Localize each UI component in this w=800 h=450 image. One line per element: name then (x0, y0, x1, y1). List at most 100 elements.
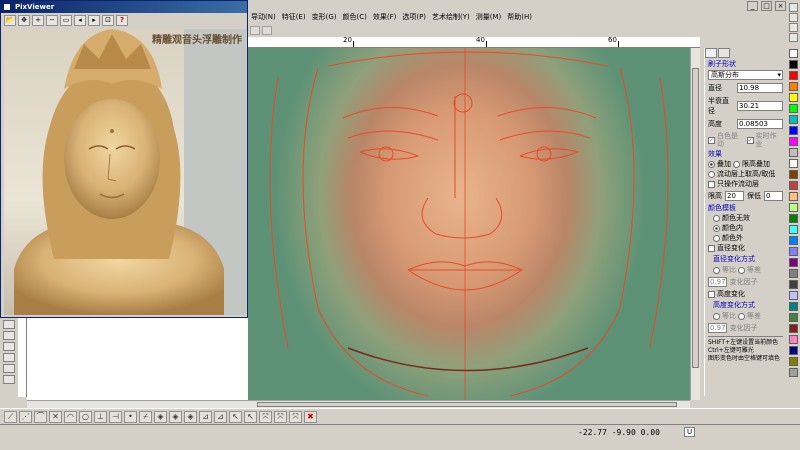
height-input[interactable]: 0.08503 (737, 119, 783, 129)
radio[interactable] (713, 224, 720, 232)
factor-input[interactable]: 0.97 (708, 277, 727, 287)
radio[interactable] (713, 234, 720, 242)
diameter-vary-option[interactable]: 直径变化 (708, 244, 783, 252)
link3-icon[interactable]: ⤧ (289, 410, 302, 423)
radio[interactable] (708, 160, 715, 168)
circle-icon[interactable]: ○ (79, 410, 92, 423)
menu-item[interactable]: 测量(M) (473, 11, 505, 23)
close-icon[interactable]: × (775, 1, 786, 11)
horizontal-scrollbar[interactable] (27, 400, 690, 408)
stamp-icon[interactable]: ⊿ (199, 410, 212, 423)
edit-icon[interactable] (789, 13, 798, 22)
extend-icon[interactable]: ⊣ (109, 410, 122, 423)
radio[interactable] (713, 312, 720, 320)
open-icon[interactable]: 📂 (4, 14, 16, 26)
stamp2-icon[interactable]: ⊿ (214, 410, 227, 423)
line-icon[interactable]: ⟋ (4, 410, 17, 423)
color-swatch[interactable] (789, 159, 798, 168)
radio[interactable] (713, 214, 720, 222)
toolbar-icon[interactable] (250, 25, 260, 35)
scroll-thumb[interactable] (692, 68, 699, 368)
keep-input[interactable]: 0 (764, 191, 783, 201)
scroll-thumb[interactable] (257, 402, 677, 407)
radio[interactable] (733, 160, 740, 168)
trim-icon[interactable]: ⊥ (94, 410, 107, 423)
zoom-in-icon[interactable]: + (32, 14, 44, 26)
relief-icon[interactable]: ◈ (154, 410, 167, 423)
color-swatch[interactable] (789, 93, 798, 102)
menu-item[interactable]: 选项(P) (399, 11, 429, 23)
color-swatch[interactable] (789, 71, 798, 80)
checkbox[interactable] (708, 180, 715, 188)
color-swatch[interactable] (789, 368, 798, 377)
move-icon[interactable]: ✥ (18, 14, 30, 26)
next-icon[interactable]: ▸ (88, 14, 100, 26)
height-vary-option[interactable]: 高度变化 (708, 290, 783, 298)
effect-option[interactable]: 流动层上取高/取低 (708, 170, 783, 178)
relief3-icon[interactable]: ◈ (184, 410, 197, 423)
maximize-icon[interactable]: □ (761, 1, 772, 11)
color-swatch[interactable] (789, 126, 798, 135)
node-icon[interactable]: ⌿ (139, 410, 152, 423)
zoom-out-icon[interactable]: − (46, 14, 58, 26)
prev-icon[interactable]: ◂ (74, 14, 86, 26)
link2-icon[interactable]: ⤧ (274, 410, 287, 423)
fit-icon[interactable]: ▭ (60, 14, 72, 26)
radio[interactable] (738, 312, 745, 320)
relief-canvas[interactable] (248, 48, 690, 400)
effect-option[interactable]: 叠加 限高叠加 (708, 160, 783, 168)
checkbox[interactable] (708, 136, 715, 144)
checkbox[interactable] (746, 136, 754, 144)
radio[interactable] (713, 266, 720, 274)
color-swatch[interactable] (789, 49, 798, 58)
color-swatch[interactable] (789, 324, 798, 333)
radio[interactable] (738, 266, 745, 274)
cross-icon[interactable]: ✕ (49, 410, 62, 423)
radio[interactable] (708, 170, 715, 178)
half-attenuation-input[interactable]: 30.21 (737, 101, 783, 111)
polyline-icon[interactable]: ⋰ (19, 410, 32, 423)
color-option[interactable]: 颜色内 (713, 224, 783, 232)
color-swatch[interactable] (789, 269, 798, 278)
unit-indicator[interactable]: U (684, 427, 695, 437)
color-swatch[interactable] (789, 60, 798, 69)
tool-icon[interactable] (3, 331, 15, 340)
minimize-icon[interactable]: _ (747, 1, 758, 11)
close-doc-icon[interactable] (789, 3, 798, 12)
menu-item[interactable]: 导动(N) (248, 11, 279, 23)
color-swatch[interactable] (789, 192, 798, 201)
delete-icon[interactable]: ✖ (304, 410, 317, 423)
color-swatch[interactable] (789, 137, 798, 146)
color-swatch[interactable] (789, 280, 798, 289)
color-swatch[interactable] (789, 236, 798, 245)
arc-icon[interactable]: ⌒ (34, 410, 47, 423)
color-swatch[interactable] (789, 313, 798, 322)
factor-input[interactable]: 0.97 (708, 323, 727, 333)
checkbox[interactable] (708, 244, 715, 252)
color-swatch[interactable] (789, 291, 798, 300)
limit-input[interactable]: 20 (725, 191, 744, 201)
panel-tab[interactable] (705, 48, 717, 58)
color-swatch[interactable] (789, 82, 798, 91)
menu-item[interactable]: 艺术绘制(Y) (429, 11, 473, 23)
only-flow-option[interactable]: 只操作流动层 (708, 180, 783, 188)
menu-item[interactable]: 变形(G) (309, 11, 340, 23)
color-swatch[interactable] (789, 225, 798, 234)
color-swatch[interactable] (789, 170, 798, 179)
color-swatch[interactable] (789, 357, 798, 366)
color-swatch[interactable] (789, 104, 798, 113)
panel-tab[interactable] (718, 48, 730, 58)
color-swatch[interactable] (789, 346, 798, 355)
pixviewer-titlebar[interactable]: PixViewer (1, 1, 247, 13)
color-swatch[interactable] (789, 115, 798, 124)
color-option[interactable]: 颜色外 (713, 234, 783, 242)
select-icon[interactable]: ↖ (229, 410, 242, 423)
link-icon[interactable]: ⤧ (259, 410, 272, 423)
tool-icon[interactable] (3, 364, 15, 373)
point-icon[interactable]: • (124, 410, 137, 423)
color-swatch[interactable] (789, 203, 798, 212)
vary-mode-option[interactable]: 等比 等差 (713, 266, 783, 274)
fill-icon[interactable] (789, 23, 798, 32)
toolbar-icon[interactable] (262, 25, 272, 35)
vertical-scrollbar[interactable] (690, 48, 700, 400)
